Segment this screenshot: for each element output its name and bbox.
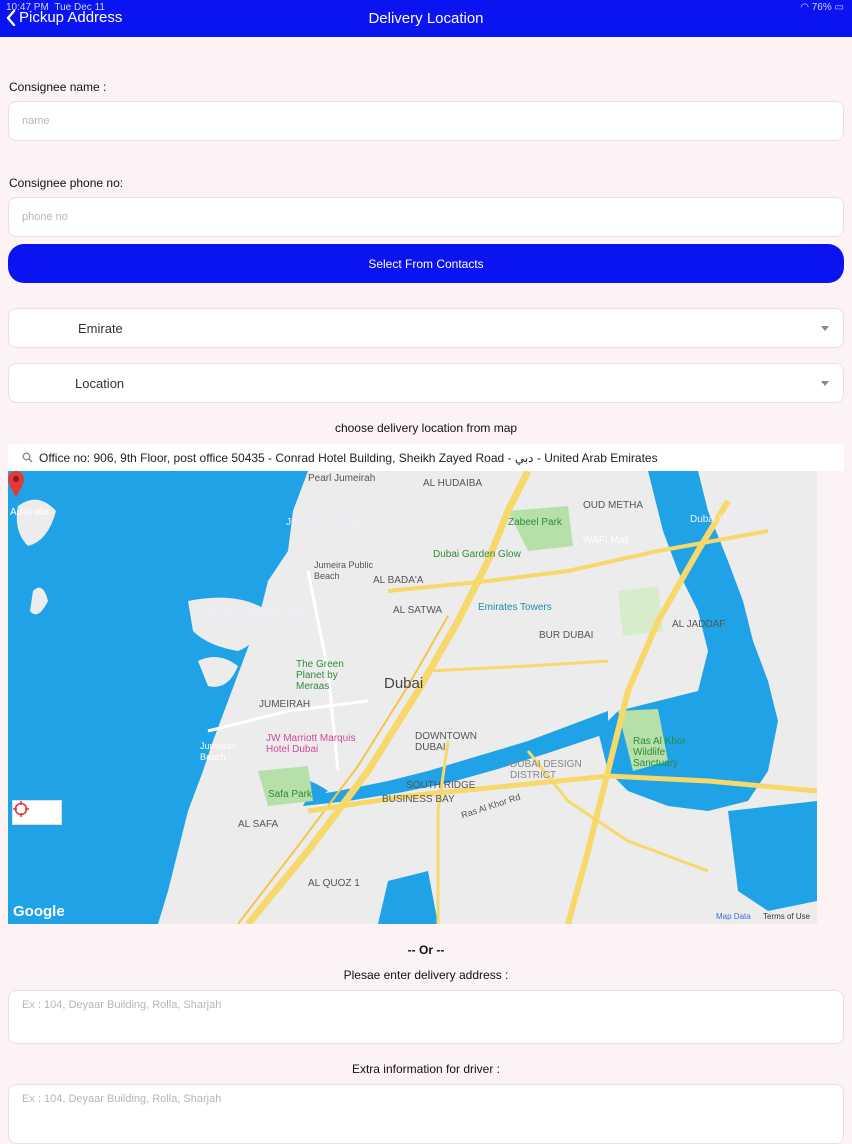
map-search-text: Office no: 906, 9th Floor, post office 5… — [39, 450, 658, 465]
location-value: Location — [75, 376, 125, 391]
map-label: Jumeirah Beach — [200, 741, 238, 762]
map-label: WAFI Mall — [583, 535, 629, 546]
map-label: Dubai Dolphinarium — [690, 514, 778, 525]
map-pin-icon[interactable] — [8, 471, 24, 497]
map-search-bar[interactable]: Office no: 906, 9th Floor, post office 5… — [8, 444, 844, 471]
map-label: OUD METHA — [583, 500, 643, 511]
emirate-dropdown[interactable]: Emirate — [8, 308, 844, 348]
chevron-down-icon — [821, 381, 829, 386]
map-label: DUBAI DESIGN DISTRICT — [510, 759, 582, 781]
map-prompt: choose delivery location from map — [334, 421, 518, 435]
search-icon — [22, 452, 33, 463]
map-label: AL BADA'A — [373, 575, 424, 586]
delivery-address-input[interactable] — [8, 990, 844, 1044]
map-label: Pearl Jumeirah — [308, 473, 376, 484]
map-label: BUSINESS BAY — [382, 794, 455, 805]
my-location-button[interactable] — [12, 800, 62, 825]
map-label: Zabeel Park — [508, 517, 562, 528]
or-separator: -- Or -- — [407, 943, 445, 957]
map-label: AL SAFA — [238, 819, 279, 830]
map-label: Jumeirah Mosque — [286, 517, 366, 528]
map-label: Jumeira Public Beach — [314, 560, 374, 581]
map-label: Safa Park — [268, 789, 312, 800]
extra-info-input[interactable] — [8, 1084, 844, 1144]
map-view[interactable]: Pearl Jumeirah AL HUDAIBA OUD METHA Aust… — [8, 471, 817, 924]
map-label: The Green Planet by Meraas — [296, 659, 344, 692]
google-logo: Google — [13, 903, 65, 920]
crosshair-icon — [13, 801, 29, 817]
map-label: AL JADDAF — [672, 619, 726, 630]
map-label: AL SATWA — [393, 605, 443, 616]
map-label: AL QUOZ 1 — [308, 878, 360, 889]
map-tiles — [8, 471, 817, 924]
map-label: JUMEIRAH — [259, 699, 311, 710]
map-label: Dubai Garden Glow — [433, 549, 521, 560]
nav-bar: 10:47 PM Tue Dec 11 ◠ 76% ▭ Pickup Addre… — [0, 0, 852, 37]
map-label: Emirates Towers — [478, 602, 552, 613]
consignee-phone-label: Consignee phone no: — [9, 176, 124, 190]
page-title: Delivery Location — [368, 10, 484, 27]
map-label: Ras Al Khor Wildlife Sanctuary — [633, 736, 686, 769]
terms-of-use-link[interactable]: Terms of Use — [763, 912, 810, 921]
consignee-name-label: Consignee name : — [9, 80, 107, 94]
map-label: Mercato Shopping Mall — [203, 608, 306, 619]
delivery-address-label: Plesae enter delivery address : — [343, 968, 509, 982]
extra-info-label: Extra information for driver : — [351, 1062, 501, 1076]
map-label: JW Marriott Marquis Hotel Dubai — [266, 733, 356, 755]
select-from-contacts-button[interactable]: Select From Contacts — [8, 244, 844, 283]
map-label: SOUTH RIDGE — [406, 780, 476, 791]
map-label: DOWNTOWN DUBAI — [415, 731, 478, 753]
map-label: Dubai — [384, 675, 424, 692]
location-dropdown[interactable]: Location — [8, 363, 844, 403]
chevron-down-icon — [821, 326, 829, 331]
emirate-value: Emirate — [78, 321, 123, 336]
map-label: Australia — [10, 507, 49, 518]
map-label: BUR DUBAI — [539, 630, 594, 641]
consignee-phone-input[interactable] — [8, 197, 844, 237]
consignee-name-input[interactable] — [8, 101, 844, 141]
map-data-link[interactable]: Map Data — [716, 912, 751, 921]
map-label: AL HUDAIBA — [423, 478, 483, 489]
